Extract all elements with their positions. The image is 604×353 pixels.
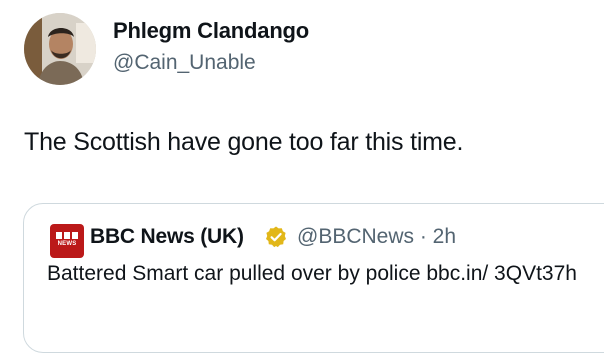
avatar-image — [24, 13, 96, 85]
gold-verified-badge-icon — [266, 226, 286, 248]
tweet: Phlegm Clandango @Cain_Unable The Scotti… — [0, 0, 604, 353]
quoted-tweet-text: Battered Smart car pulled over by police… — [47, 262, 577, 285]
author-avatar[interactable] — [24, 13, 96, 85]
author-handle[interactable]: @Cain_Unable — [113, 50, 256, 76]
bbc-logo-text: NEWS — [57, 241, 77, 247]
bbc-news-logo[interactable]: NEWS — [50, 224, 84, 258]
bbc-blocks-icon — [56, 232, 78, 239]
quoted-handle-and-time[interactable]: @BBCNews · 2h — [297, 223, 456, 251]
quoted-display-name[interactable]: BBC News (UK) — [90, 223, 244, 251]
tweet-text: The Scottish have gone too far this time… — [24, 128, 464, 156]
author-display-name[interactable]: Phlegm Clandango — [113, 17, 309, 45]
quoted-tweet-card[interactable]: NEWS BBC News (UK) @BBCNews · 2h Battere… — [23, 203, 604, 353]
